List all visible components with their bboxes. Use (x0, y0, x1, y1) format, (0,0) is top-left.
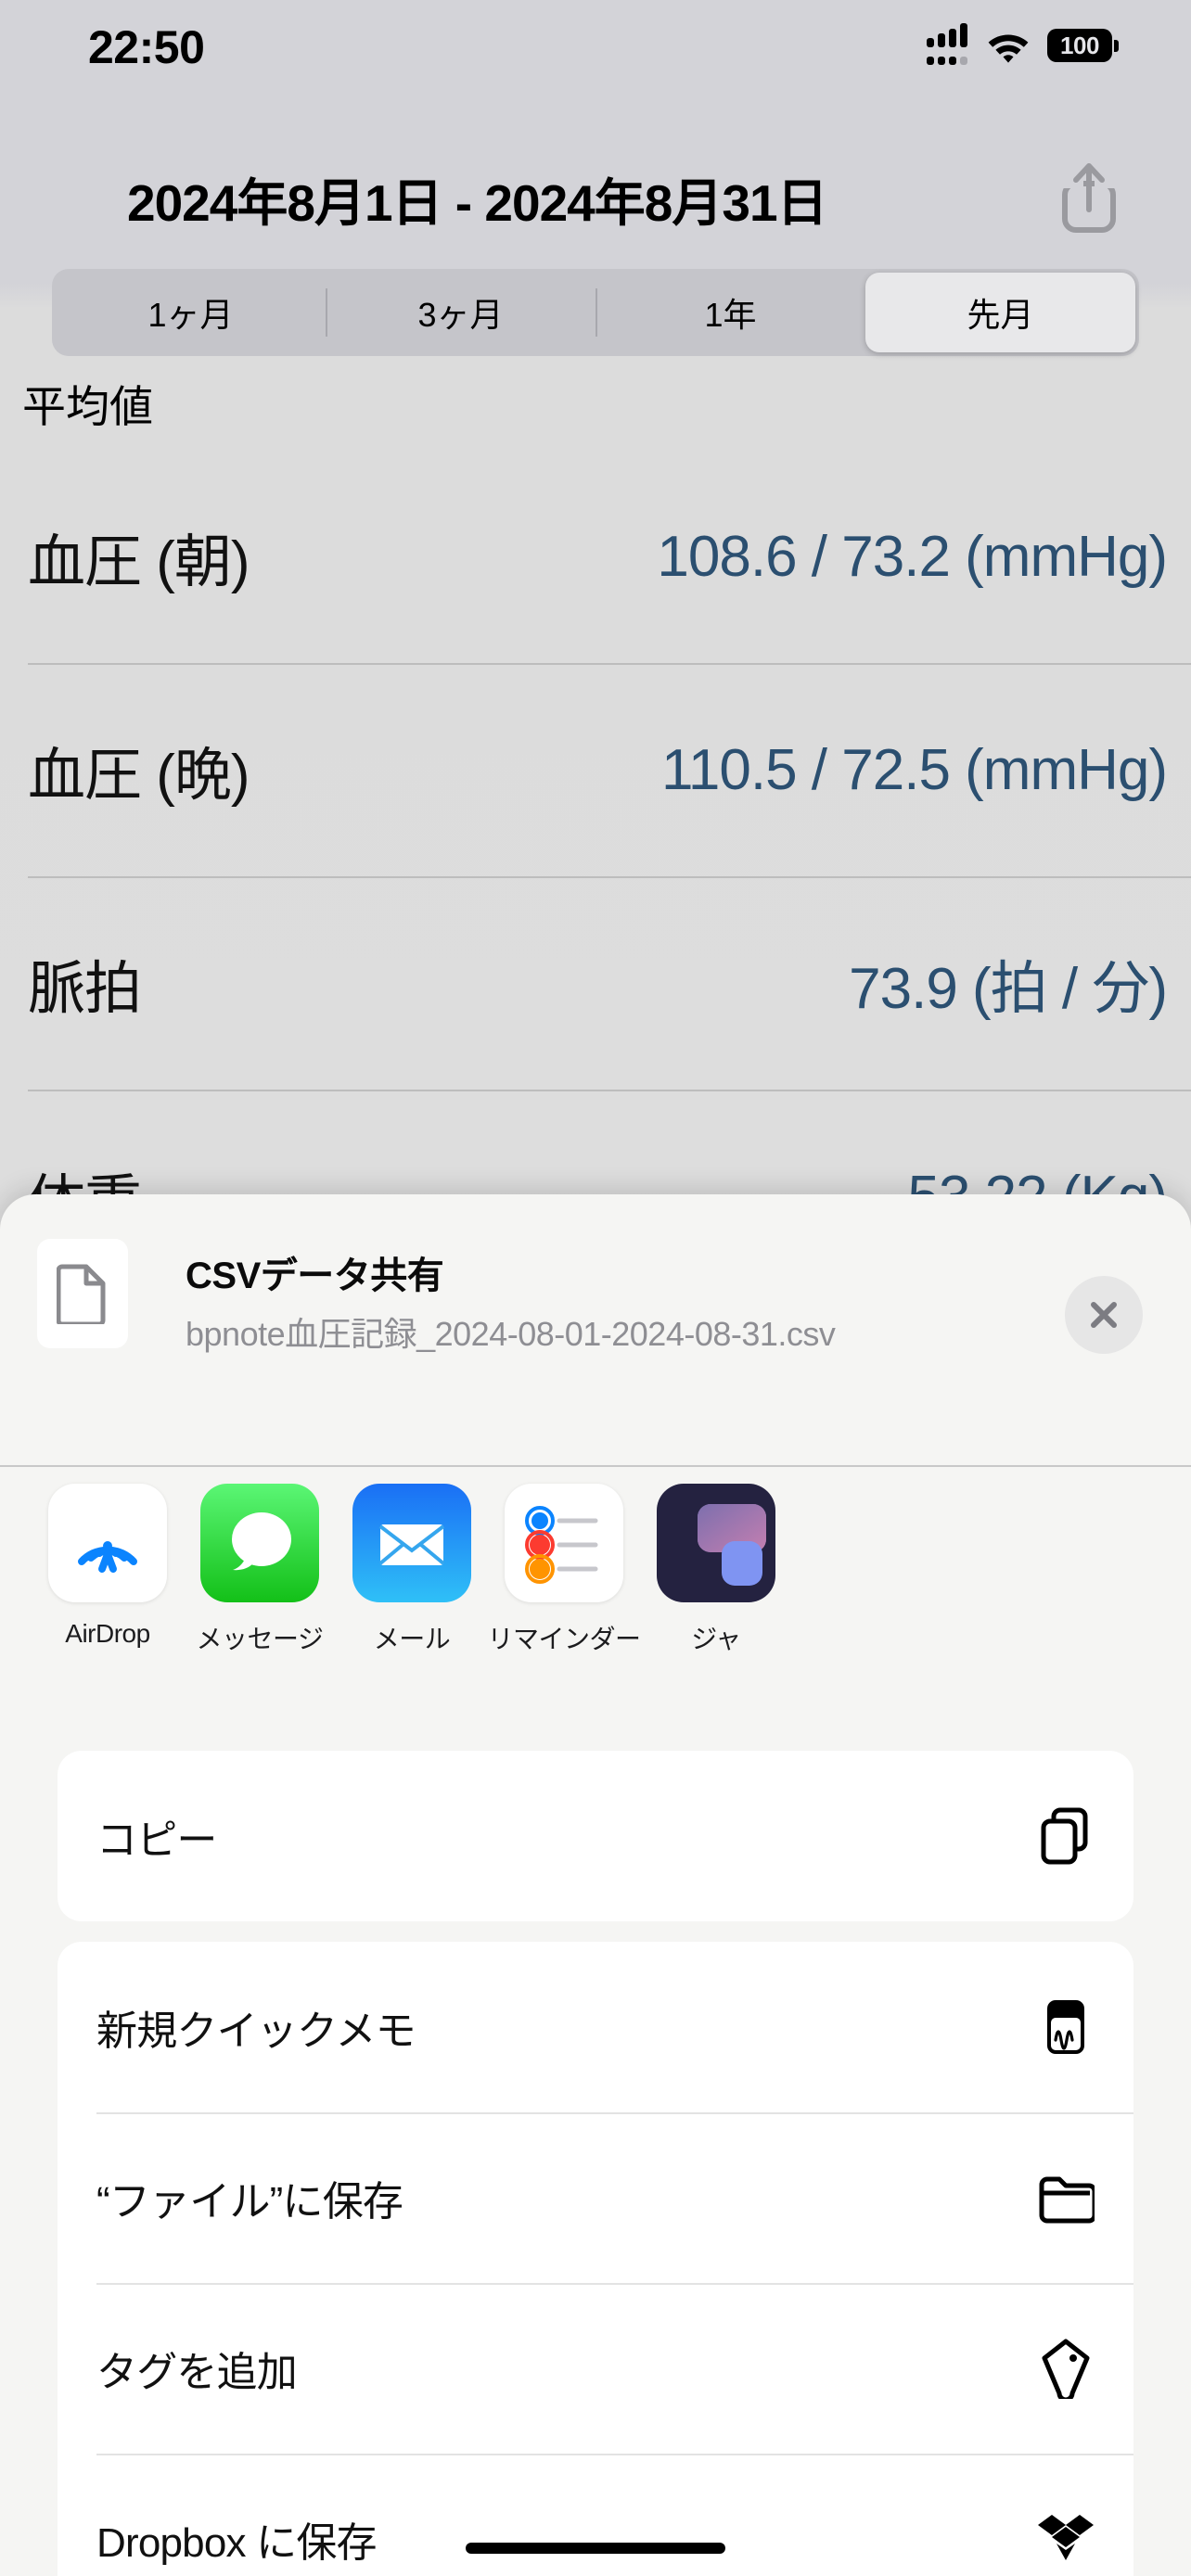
action-label: 新規クイックメモ (96, 2009, 416, 2054)
app-label: ジャ (691, 1625, 741, 1653)
page-title: 2024年8月1日 - 2024年8月31日 (127, 174, 828, 232)
action-add-tags[interactable]: タグを追加 (58, 2283, 1133, 2454)
action-label: タグを追加 (96, 2350, 298, 2395)
segment-label: 3ヶ月 (417, 296, 504, 334)
status-bar-clock: 22:50 (88, 21, 205, 73)
status-bar-indicators: 100 (927, 23, 1119, 65)
stat-label: 脈拍 (28, 957, 142, 1021)
app-label: メッセージ (196, 1625, 324, 1653)
app-label: メール (373, 1625, 451, 1653)
segment-3-months[interactable]: 3ヶ月 (326, 273, 596, 352)
stat-value: 73.9 (拍 / 分) (849, 957, 1168, 1021)
dropbox-icon (1033, 2506, 1098, 2571)
share-sheet-filename: bpnote血圧記録_2024-08-01-2024-08-31.csv (186, 1315, 836, 1353)
segment-1-month[interactable]: 1ヶ月 (56, 273, 326, 352)
segment-label: 1ヶ月 (147, 296, 234, 334)
share-target-dark-app[interactable]: ジャ (640, 1474, 792, 1734)
app-label: リマインダー (487, 1625, 642, 1653)
action-label: “ファイル”に保存 (96, 2179, 403, 2225)
segment-label: 先月 (967, 296, 1034, 334)
period-segmented-control[interactable]: 1ヶ月 3ヶ月 1年 先月 (52, 269, 1139, 356)
action-save-to-dropbox[interactable]: Dropbox に保存 (58, 2454, 1133, 2576)
dark-app-icon (657, 1484, 775, 1602)
date-range-header: 2024年8月1日 - 2024年8月31日 (0, 156, 1191, 239)
battery-percent-label: 100 (1060, 31, 1099, 59)
table-row[interactable]: 血圧 (朝) 108.6 / 73.2 (mmHg) (0, 450, 1191, 663)
home-indicator (466, 2543, 725, 2554)
action-label: コピー (96, 1817, 217, 1863)
action-label: Dropbox に保存 (96, 2520, 378, 2566)
app-label: AirDrop (65, 1619, 150, 1648)
table-row[interactable]: 脈拍 73.9 (拍 / 分) (0, 876, 1191, 1090)
table-row[interactable]: 血圧 (晩) 110.5 / 72.5 (mmHg) (0, 663, 1191, 876)
copy-icon (1033, 1804, 1098, 1868)
share-target-messages[interactable]: メッセージ (184, 1474, 336, 1734)
mail-icon (352, 1484, 471, 1602)
share-target-app-row[interactable]: AirDrop メッセージ メール リマインダー ジャ (0, 1474, 1191, 1734)
average-section-label: 平均値 (22, 382, 153, 431)
messages-icon (200, 1484, 319, 1602)
segment-last-month[interactable]: 先月 (865, 273, 1135, 352)
quick-note-icon (1033, 1995, 1098, 2060)
reminders-icon (505, 1484, 623, 1602)
stat-label: 血圧 (晩) (28, 744, 250, 808)
stat-value: 110.5 / 72.5 (mmHg) (661, 737, 1168, 802)
folder-icon (1033, 2165, 1098, 2230)
stat-value: 108.6 / 73.2 (mmHg) (657, 524, 1168, 589)
share-action-list: コピー 新規クイックメモ “ファイル”に保存 タグを追加 Dropbox に保存 (58, 1751, 1133, 2576)
action-new-quick-note[interactable]: 新規クイックメモ (58, 1942, 1133, 2112)
divider (0, 1465, 1191, 1467)
share-icon[interactable] (1052, 156, 1126, 239)
share-target-airdrop[interactable]: AirDrop (32, 1474, 184, 1734)
share-target-mail[interactable]: メール (336, 1474, 488, 1734)
wifi-icon (985, 28, 1031, 63)
status-bar: 22:50 100 (0, 0, 1191, 89)
action-copy[interactable]: コピー (58, 1751, 1133, 1921)
airdrop-icon (48, 1484, 167, 1602)
segment-label: 1年 (704, 296, 757, 334)
share-sheet-header: CSVデータ共有 bpnote血圧記録_2024-08-01-2024-08-3… (0, 1194, 1191, 1467)
document-icon (37, 1239, 128, 1348)
cellular-signal-icon (927, 23, 969, 65)
action-card-copy: コピー (58, 1751, 1133, 1921)
share-sheet: CSVデータ共有 bpnote血圧記録_2024-08-01-2024-08-3… (0, 1194, 1191, 2576)
segment-1-year[interactable]: 1年 (596, 273, 865, 352)
stat-label: 血圧 (朝) (28, 530, 250, 594)
share-sheet-title: CSVデータ共有 (186, 1256, 444, 1296)
action-save-to-files[interactable]: “ファイル”に保存 (58, 2112, 1133, 2283)
close-icon[interactable] (1065, 1276, 1143, 1354)
battery-icon: 100 (1047, 29, 1119, 62)
tag-icon (1033, 2336, 1098, 2401)
stats-list: 血圧 (朝) 108.6 / 73.2 (mmHg) 血圧 (晩) 110.5 … (0, 450, 1191, 1303)
share-target-reminders[interactable]: リマインダー (487, 1474, 642, 1734)
action-card-group: 新規クイックメモ “ファイル”に保存 タグを追加 Dropbox に保存 (58, 1942, 1133, 2576)
